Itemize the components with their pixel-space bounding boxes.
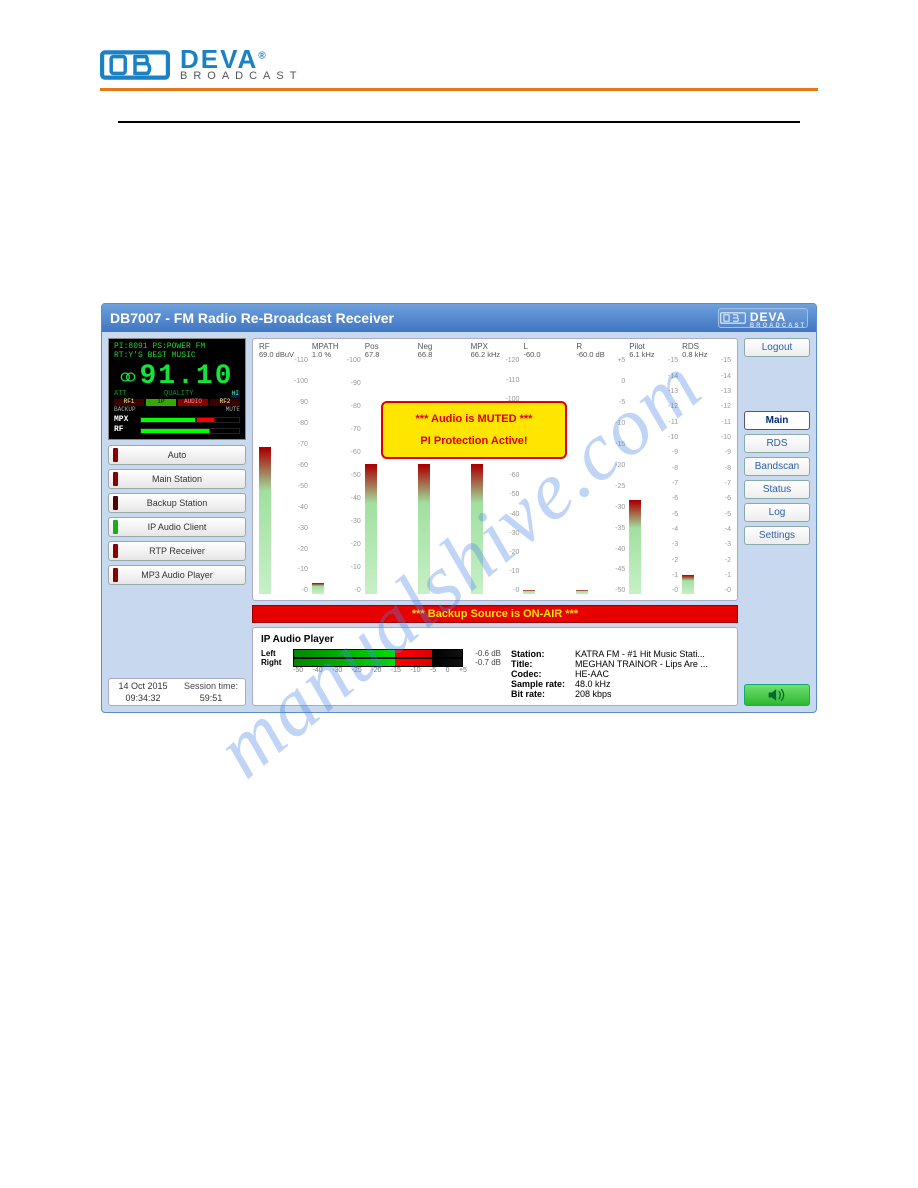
lcd-tag: IP xyxy=(146,399,176,406)
lcd-tags: RF1IPAUDIORF2 xyxy=(114,399,240,406)
player-info-row: Bit rate:208 kbps xyxy=(511,689,729,699)
speaker-button[interactable] xyxy=(744,684,810,706)
source-button[interactable]: Backup Station xyxy=(108,493,246,513)
lcd-display: PI:8091 PS:POWER FM RT:Y'S BEST MUSIC 91… xyxy=(108,338,246,440)
player-info-row: Sample rate:48.0 kHz xyxy=(511,679,729,689)
brand-logo-icon xyxy=(100,48,170,82)
meter-mpx: MPX66.2 kHz-120-110-100-90-80-70-60-50-4… xyxy=(471,357,520,594)
lcd-tag: AUDIO xyxy=(178,399,208,406)
datetime: 14 Oct 2015Session time: 09:34:3259:51 xyxy=(108,678,246,706)
meters-panel: *** Audio is MUTED *** PI Protection Act… xyxy=(252,338,738,601)
nav-main[interactable]: Main xyxy=(744,411,810,430)
lcd-tag: RF1 xyxy=(114,399,144,406)
meter-r: R-60.0 dB+50-5-10-15-20-25-30-35-40-45-5… xyxy=(576,357,625,594)
title-logo: DEVABROADCAST xyxy=(718,308,808,328)
meter-pos: Pos67.8 xyxy=(365,357,414,594)
speaker-icon xyxy=(767,688,787,702)
ip-audio-player: IP Audio Player Left-0.6 dB Right-0.7 dB… xyxy=(252,627,738,706)
nav-bandscan[interactable]: Bandscan xyxy=(744,457,810,476)
player-info-row: Station:KATRA FM - #1 Hit Music Stati... xyxy=(511,649,729,659)
level-right xyxy=(293,658,463,667)
app-window: DB7007 - FM Radio Re-Broadcast Receiver … xyxy=(101,303,817,713)
source-button[interactable]: IP Audio Client xyxy=(108,517,246,537)
title-bar: DB7007 - FM Radio Re-Broadcast Receiver … xyxy=(102,304,816,332)
source-button[interactable]: RTP Receiver xyxy=(108,541,246,561)
nav-status[interactable]: Status xyxy=(744,480,810,499)
player-info-row: Codec:HE-AAC xyxy=(511,669,729,679)
logout-button[interactable]: Logout xyxy=(744,338,810,357)
meter-rf: RF69.0 dBuV-110-100-90-80-70-60-50-40-30… xyxy=(259,357,308,594)
nav-log[interactable]: Log xyxy=(744,503,810,522)
meter-l: L-60.0 xyxy=(523,357,572,594)
backup-banner: *** Backup Source is ON-AIR *** xyxy=(252,605,738,623)
meter-neg: Neg66.8 xyxy=(418,357,467,594)
source-button[interactable]: Main Station xyxy=(108,469,246,489)
brand-header: DEVA® BROADCAST xyxy=(100,48,818,91)
divider xyxy=(118,121,800,123)
app-title: DB7007 - FM Radio Re-Broadcast Receiver xyxy=(110,310,394,326)
brand-text: DEVA® BROADCAST xyxy=(180,48,302,82)
nav-rds[interactable]: RDS xyxy=(744,434,810,453)
source-button[interactable]: Auto xyxy=(108,445,246,465)
stereo-icon xyxy=(120,371,136,383)
alert-box: *** Audio is MUTED *** PI Protection Act… xyxy=(381,401,567,459)
player-info-row: Title:MEGHAN TRAINOR - Lips Are ... xyxy=(511,659,729,669)
nav-settings[interactable]: Settings xyxy=(744,526,810,545)
level-left xyxy=(293,649,463,658)
lcd-tag: RF2 xyxy=(210,399,240,406)
meter-pilot: Pilot6.1 kHz-15-14-13-12-11-10-9-8-7-6-5… xyxy=(629,357,678,594)
meter-mpath: MPATH1.0 %-100-90-80-70-60-50-40-30-20-1… xyxy=(312,357,361,594)
source-button[interactable]: MP3 Audio Player xyxy=(108,565,246,585)
meter-rds: RDS0.8 kHz-15-14-13-12-11-10-9-8-7-6-5-4… xyxy=(682,357,731,594)
